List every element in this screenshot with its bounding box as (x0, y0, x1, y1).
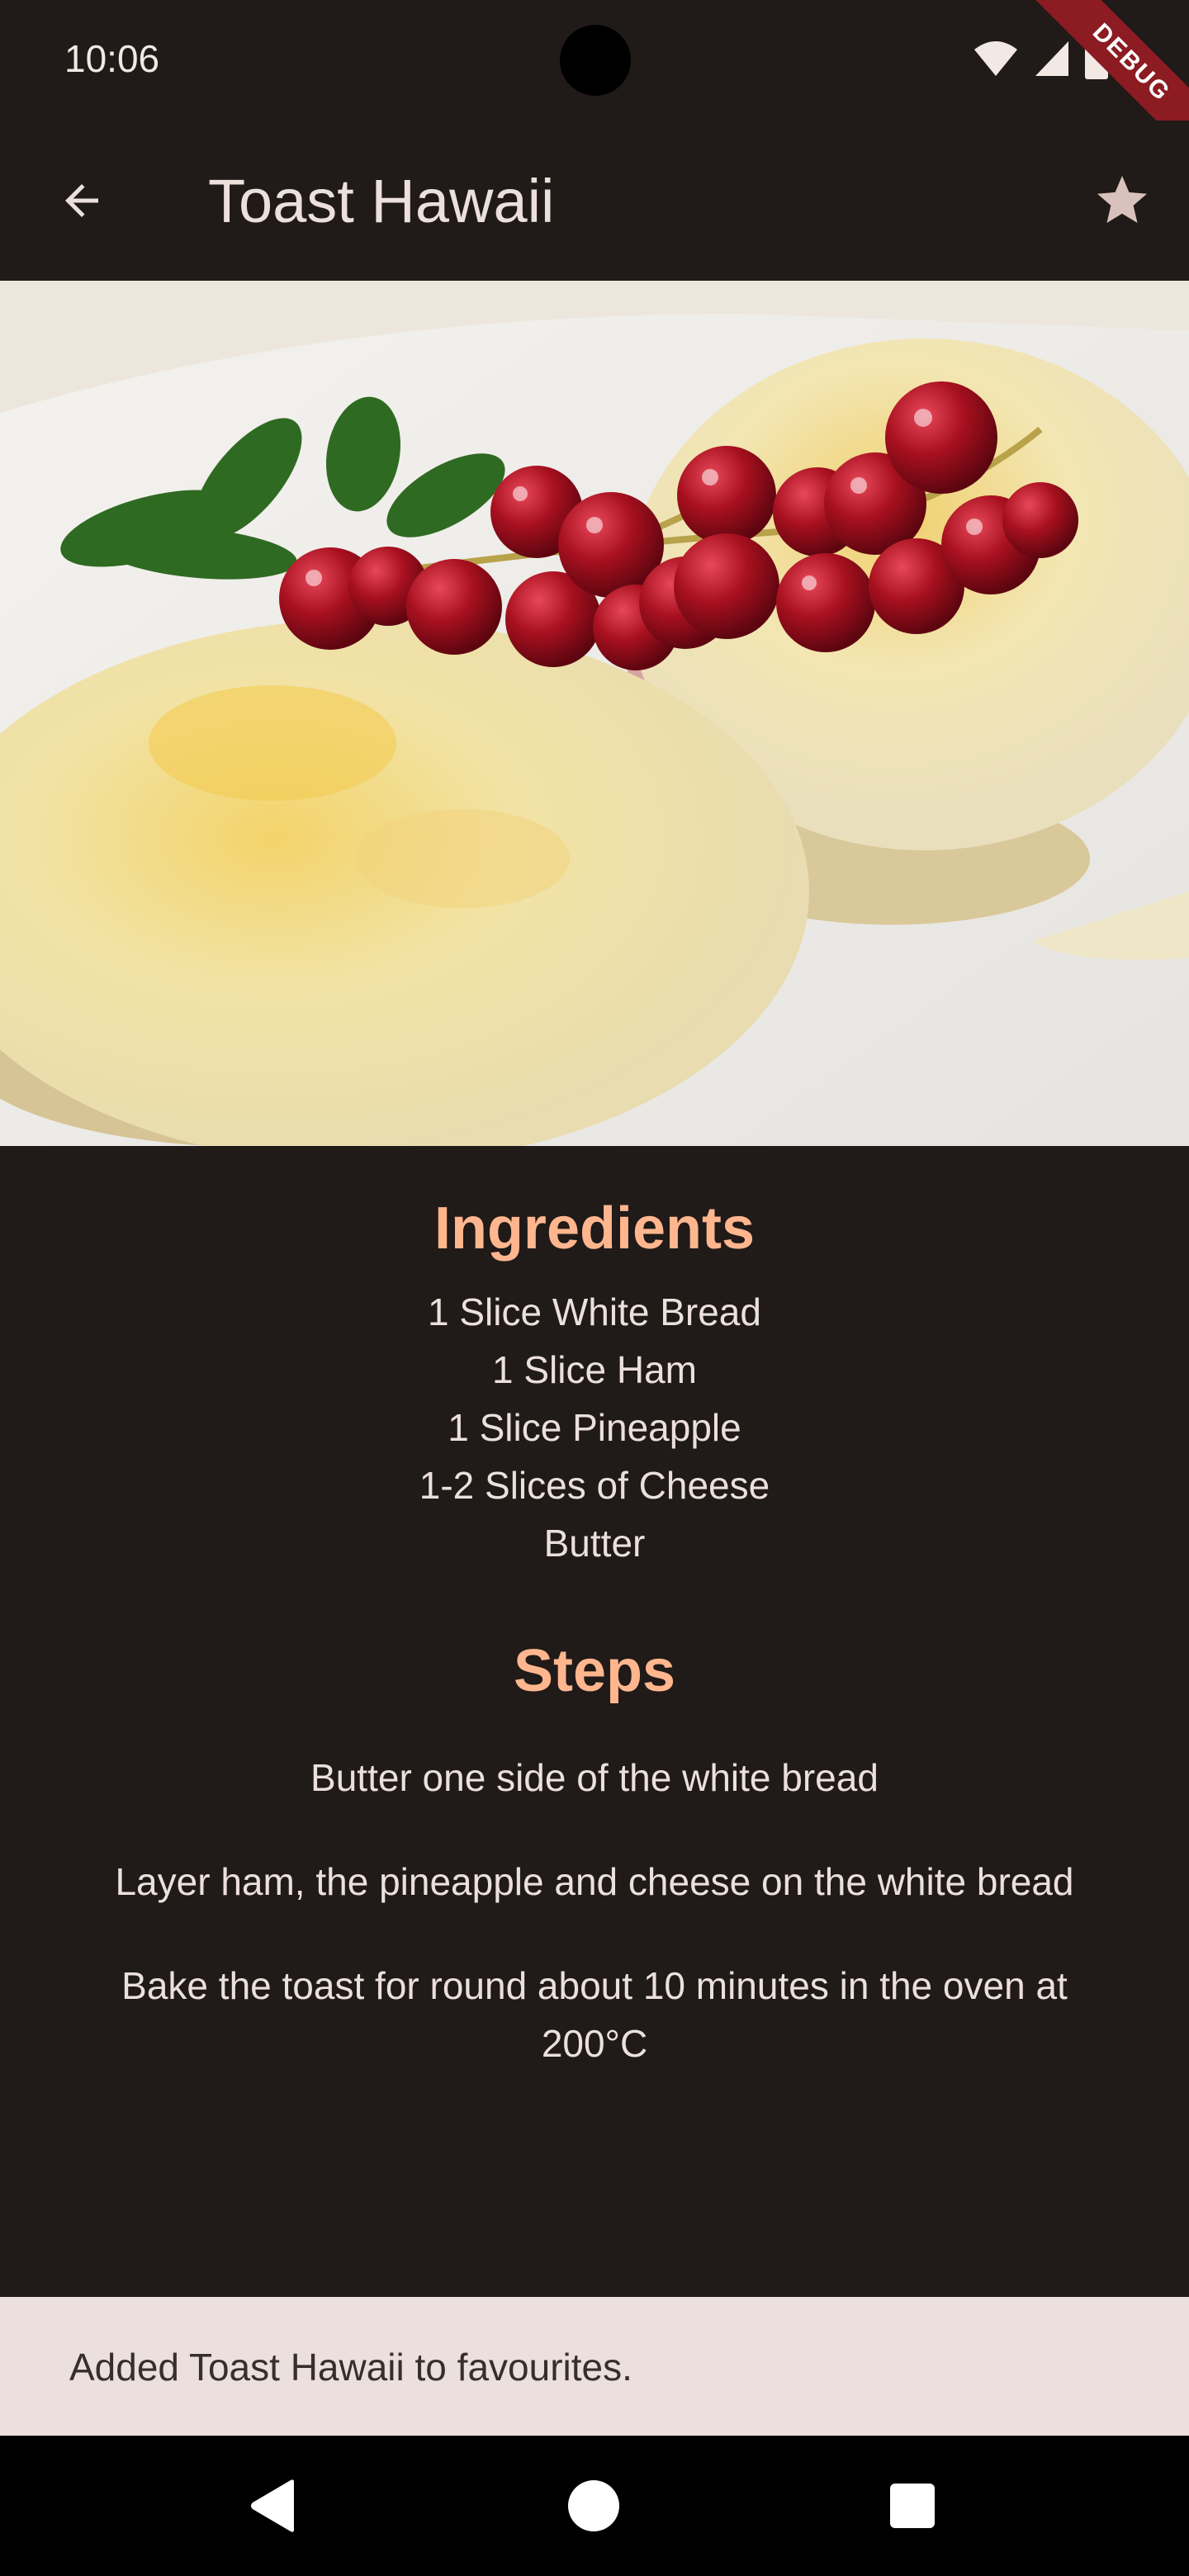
ingredient-item: 1-2 Slices of Cheese (419, 1464, 770, 1507)
ingredient-item: 1 Slice Pineapple (448, 1406, 741, 1449)
nav-back-icon[interactable] (248, 2479, 297, 2533)
snackbar: Added Toast Hawaii to favourites. (0, 2297, 1189, 2436)
signal-icon (1035, 41, 1068, 76)
ingredients-heading: Ingredients (433, 1196, 756, 1262)
system-nav-bar (0, 2436, 1189, 2576)
app-bar: Toast Hawaii (0, 121, 1189, 281)
step-item: Layer ham, the pineapple and cheese on t… (115, 1860, 1074, 1903)
wifi-icon (974, 41, 1017, 76)
ingredient-item: 1 Slice White Bread (428, 1290, 761, 1333)
status-time: 10:06 (64, 37, 160, 80)
food-photo (0, 281, 1189, 1146)
steps-heading: Steps (513, 1638, 676, 1704)
screen: 10:06 DEBUG Toast Hawaii Ingredients 1 S… (0, 0, 1189, 2576)
favorite-button[interactable] (1083, 162, 1161, 239)
status-bar: 10:06 DEBUG (0, 0, 1189, 191)
camera-cutout (560, 25, 631, 96)
back-button[interactable] (43, 162, 121, 239)
arrow-back-icon (65, 184, 98, 217)
page-title: Toast Hawaii (208, 167, 555, 235)
step-item: Bake the toast for round about 10 minute… (121, 1964, 1068, 2065)
star-icon (1097, 176, 1147, 223)
recipe-image (0, 281, 1189, 1146)
snackbar-message: Added Toast Hawaii to favourites. (69, 2346, 632, 2389)
step-item: Butter one side of the white bread (310, 1756, 879, 1799)
ingredient-item: Butter (543, 1522, 646, 1565)
step-list: Butter one side of the white bread Layer… (0, 1749, 1189, 2072)
ingredient-list: 1 Slice White Bread 1 Slice Ham 1 Slice … (0, 1283, 1189, 1572)
ingredient-item: 1 Slice Ham (492, 1348, 697, 1391)
nav-recents-icon[interactable] (890, 2484, 935, 2528)
nav-home-icon[interactable] (568, 2480, 619, 2531)
recipe-content: Ingredients 1 Slice White Bread 1 Slice … (0, 1146, 1189, 2119)
